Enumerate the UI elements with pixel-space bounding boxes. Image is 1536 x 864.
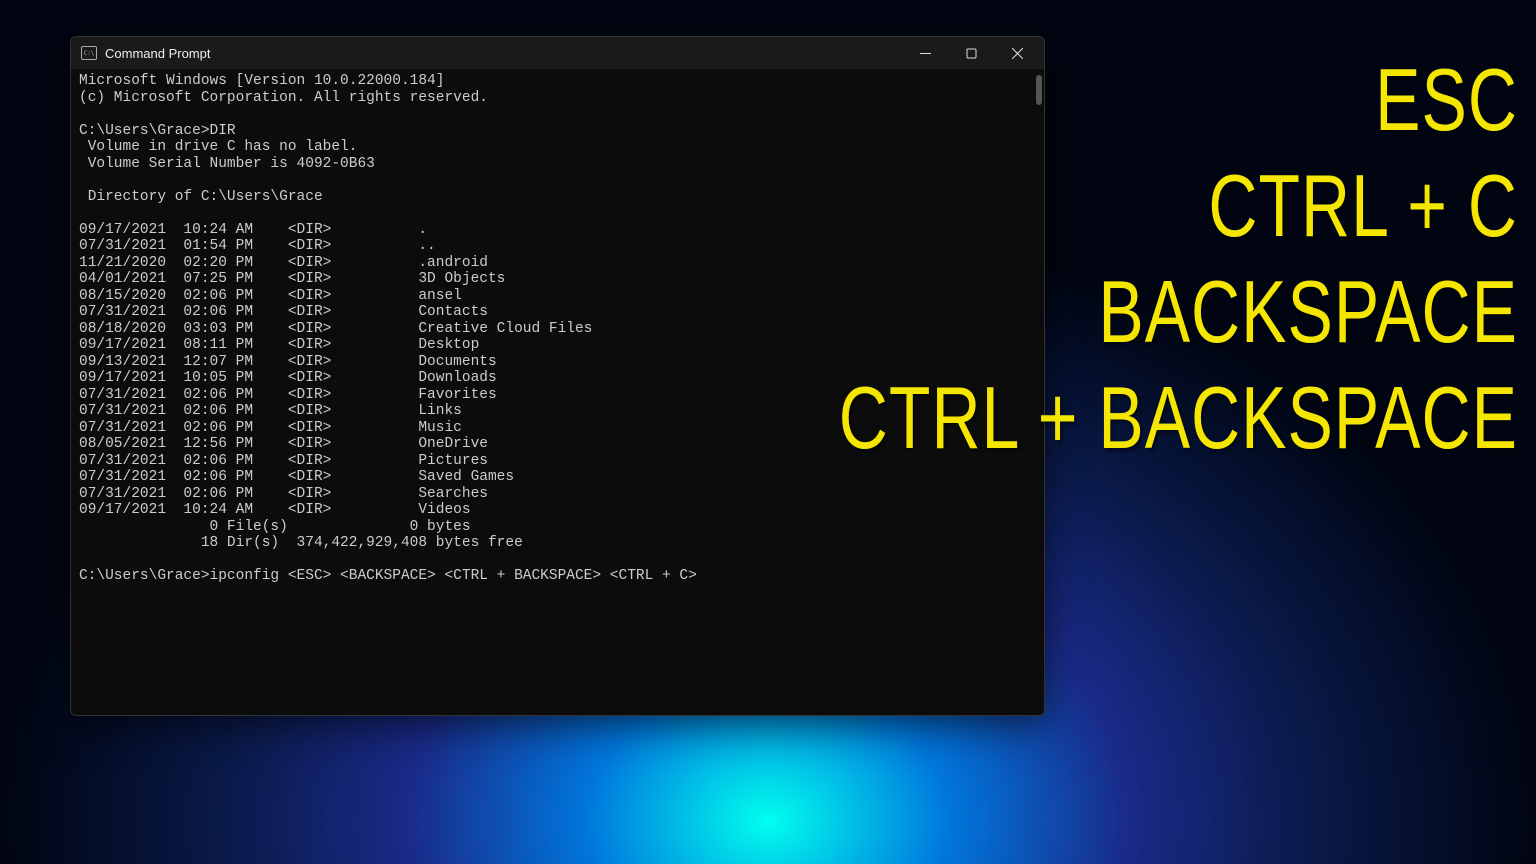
overlay-ctrl-backspace: CTRL + BACKSPACE (839, 374, 1518, 462)
cmd-icon (81, 46, 97, 60)
overlay-ctrl-c: CTRL + C (1208, 162, 1518, 250)
overlay-backspace: BACKSPACE (1098, 268, 1518, 356)
window-title: Command Prompt (105, 46, 902, 61)
shortcut-overlay: ESC CTRL + C BACKSPACE CTRL + BACKSPACE (839, 56, 1518, 462)
overlay-esc: ESC (1375, 56, 1518, 144)
